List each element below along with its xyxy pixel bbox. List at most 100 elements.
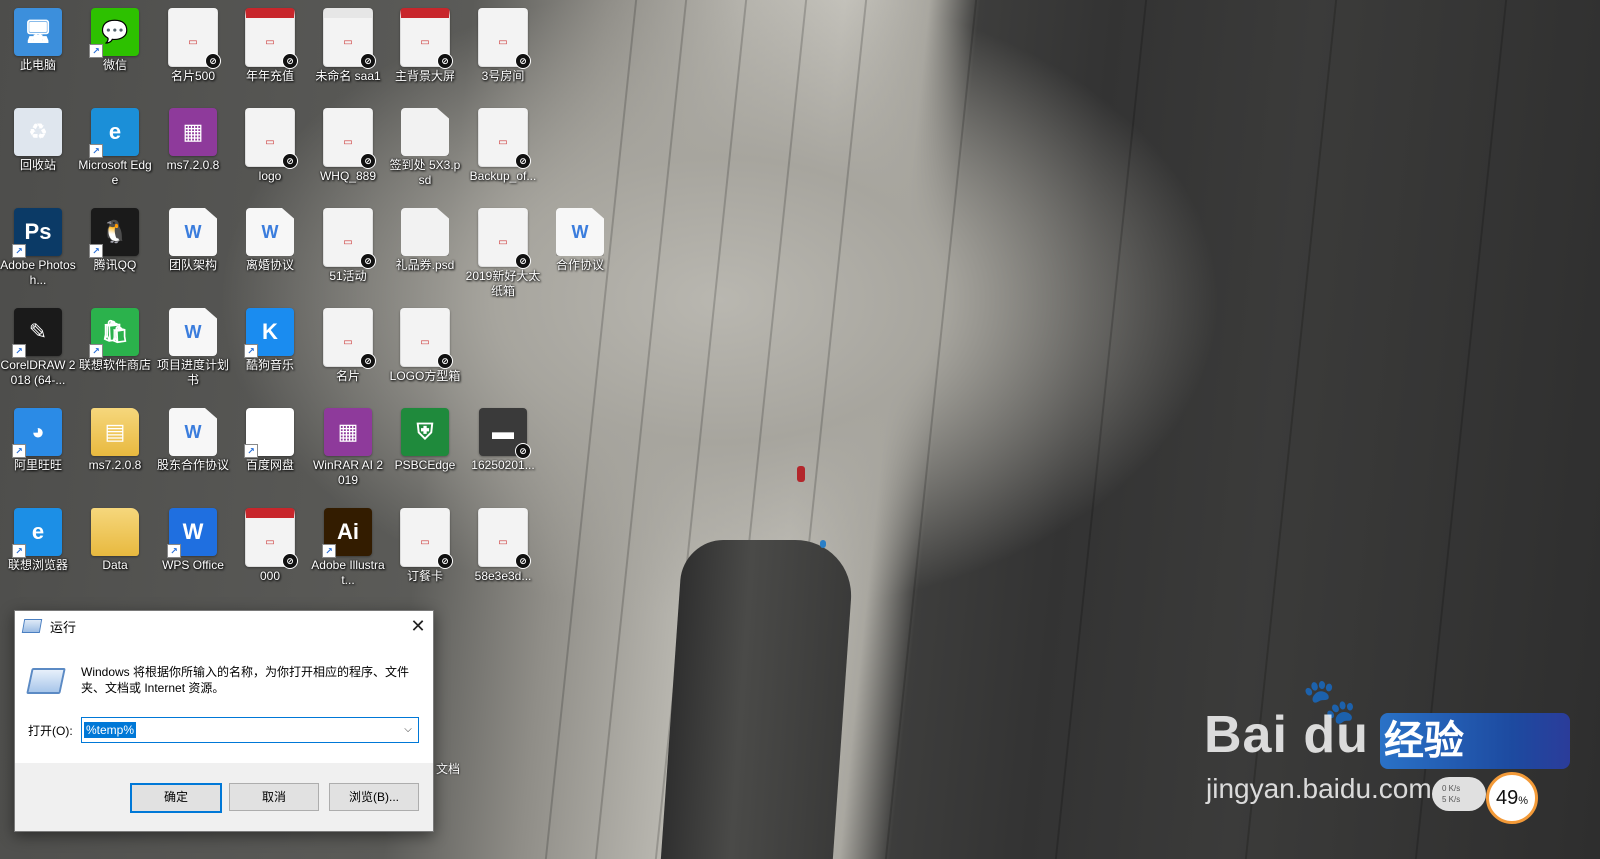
desktop-icon[interactable]: ▭ ⊘ 名片500 — [155, 4, 231, 84]
desktop-icon[interactable]: 礼品券.psd — [387, 204, 463, 273]
desktop-icon[interactable]: ▭ ⊘ WHQ_889 — [310, 104, 386, 184]
desktop-icon[interactable]: W 团队架构 — [155, 204, 231, 273]
desktop-icon-label: CorelDRAW 2018 (64-... — [0, 358, 76, 387]
desktop-icon[interactable]: ▭ ⊘ LOGO方型箱 — [387, 304, 463, 384]
kugou-icon: K ↗ — [244, 308, 294, 358]
desktop-icon[interactable]: ▭ ⊘ logo — [232, 104, 308, 184]
desktop-icon-label: Data — [102, 558, 128, 572]
desktop-icon-label: 订餐卡 — [406, 569, 443, 583]
shortcut-arrow-icon: ↗ — [244, 344, 258, 358]
desktop-icon[interactable]: 🖥 此电脑 — [0, 4, 76, 73]
sync-badge-icon: ⊘ — [437, 353, 453, 369]
dark-thumbnail-icon: ▬ ⊘ — [479, 408, 531, 459]
open-command-input[interactable]: %temp% ⌵ — [81, 717, 419, 743]
desktop-icon[interactable]: ▭ ⊘ 000 — [232, 504, 308, 584]
desktop-icon-label: 酷狗音乐 — [245, 358, 294, 372]
shortcut-arrow-icon: ↗ — [167, 544, 181, 558]
desktop-icon[interactable]: ✎ ↗ CorelDRAW 2018 (64-... — [0, 304, 76, 388]
desktop-icon[interactable]: ▤ ms7.2.0.8 — [77, 404, 153, 473]
desktop-icon[interactable]: ▭ ⊘ Backup_of... — [465, 104, 541, 184]
desktop-icon[interactable]: Data — [77, 504, 153, 573]
desktop-icon[interactable]: ▭ ⊘ 名片 — [310, 304, 386, 384]
desktop-icon-label: LOGO方型箱 — [389, 369, 461, 383]
desktop-icon-label: WPS Office — [162, 558, 224, 572]
desktop-icon-label: 合作协议 — [555, 258, 604, 272]
desktop-icon[interactable]: e ↗ 联想浏览器 — [0, 504, 76, 573]
desktop-icon[interactable]: ▭ ⊘ 未命名 saa1 — [310, 4, 386, 84]
desktop-icon[interactable]: W 合作协议 — [542, 204, 618, 273]
image-thumbnail-icon: ▭ ⊘ — [323, 308, 376, 369]
desktop-icon[interactable]: ▭ ⊘ 2019新好大太纸箱 — [465, 204, 541, 299]
desktop-icon-label: Microsoft Edge — [78, 158, 152, 187]
dialog-title: 运行 — [50, 619, 77, 635]
browse-button[interactable]: 浏览(B)... — [329, 783, 419, 811]
desktop-icon[interactable]: ▭ ⊘ 58e3e3d... — [465, 504, 541, 584]
run-icon — [21, 619, 43, 633]
folder-icon — [91, 508, 139, 556]
desktop-icon-label: 项目进度计划书 — [156, 358, 229, 387]
illustrator-icon: Ai ↗ — [322, 508, 372, 558]
desktop-icon-label: 礼品券.psd — [395, 258, 455, 272]
desktop-icon-label: WHQ_889 — [319, 169, 377, 183]
desktop-icon[interactable]: ♻ 回收站 — [0, 104, 76, 173]
input-value[interactable]: %temp% — [84, 722, 137, 738]
qq-penguin-icon: 🐧 ↗ — [89, 208, 139, 258]
baidu-netdisk-icon: ☁ ↗ — [244, 408, 294, 458]
cancel-button[interactable]: 取消 — [229, 783, 319, 811]
word-document-icon: W — [169, 408, 217, 456]
desktop-icon-label: PSBCEdge — [394, 458, 456, 472]
shortcut-arrow-icon: ↗ — [89, 344, 103, 358]
desktop-icon[interactable]: ◕ ↗ 阿里旺旺 — [0, 404, 76, 473]
desktop-icon[interactable]: 🛍 ↗ 联想软件商店 — [77, 304, 153, 373]
image-thumbnail-icon: ▭ ⊘ — [478, 508, 531, 569]
partial-desktop-label[interactable]: 文档 — [436, 760, 460, 777]
desktop-icon[interactable]: 💬 ↗ 微信 — [77, 4, 153, 73]
desktop-icon-label: 签到处 5X3.psd — [389, 158, 461, 187]
sync-badge-icon: ⊘ — [437, 553, 453, 569]
run-program-icon — [26, 668, 66, 694]
desktop-icon[interactable]: ▬ ⊘ 16250201... — [465, 404, 541, 473]
watermark-brand: Bai du — [1204, 706, 1369, 764]
desktop-icon-label: Adobe Photosh... — [0, 258, 76, 287]
desktop-icon[interactable]: e ↗ Microsoft Edge — [77, 104, 153, 188]
desktop-icon[interactable]: W 项目进度计划书 — [155, 304, 231, 388]
desktop-icon[interactable]: ⛨ PSBCEdge — [387, 404, 463, 473]
shortcut-arrow-icon: ↗ — [89, 44, 103, 58]
desktop-icon[interactable]: K ↗ 酷狗音乐 — [232, 304, 308, 373]
desktop-icon[interactable]: W ↗ WPS Office — [155, 504, 231, 573]
sync-badge-icon: ⊘ — [515, 53, 531, 69]
close-button[interactable]: ✕ — [403, 611, 433, 641]
dialog-description: Windows 将根据你所输入的名称，为你打开相应的程序、文件夹、文档或 Int… — [81, 665, 410, 695]
desktop-icon[interactable]: ▭ ⊘ 主背景大屏 — [387, 4, 463, 84]
desktop-icon[interactable]: W 股东合作协议 — [155, 404, 231, 473]
chevron-down-icon[interactable]: ⌵ — [398, 718, 418, 742]
desktop-icon[interactable]: Ai ↗ Adobe Illustrat... — [310, 504, 386, 588]
desktop-icon[interactable]: ▭ ⊘ 年年充值 — [232, 4, 308, 84]
sync-badge-icon: ⊘ — [360, 353, 376, 369]
ok-button[interactable]: 确定 — [130, 783, 222, 813]
desktop-icon[interactable]: 🐧 ↗ 腾讯QQ — [77, 204, 153, 273]
memory-usage-ball[interactable]: 49% — [1486, 772, 1538, 824]
desktop-icon[interactable]: ▭ ⊘ 订餐卡 — [387, 504, 463, 584]
desktop-icon[interactable]: ☁ ↗ 百度网盘 — [232, 404, 308, 473]
dialog-title-bar[interactable]: 运行 ✕ — [15, 611, 433, 641]
desktop-icon[interactable]: ▦ WinRAR AI 2019 — [310, 404, 386, 488]
desktop-icon[interactable]: 签到处 5X3.psd — [387, 104, 463, 188]
desktop-icon[interactable]: Ps ↗ Adobe Photosh... — [0, 204, 76, 288]
aliwangwang-icon: ◕ ↗ — [12, 408, 62, 458]
network-speed-widget[interactable]: 0 K/s 5 K/s — [1432, 777, 1486, 811]
computer-icon: 🖥 — [14, 8, 62, 56]
desktop-icon-label: ms7.2.0.8 — [166, 158, 220, 172]
desktop-icon[interactable]: ▦ ms7.2.0.8 — [155, 104, 231, 173]
lenovo-browser-icon: e ↗ — [12, 508, 62, 558]
sync-badge-icon: ⊘ — [282, 153, 298, 169]
upload-speed: 0 K/s — [1442, 784, 1461, 793]
word-document-icon: W — [169, 208, 217, 256]
shortcut-arrow-icon: ↗ — [12, 344, 26, 358]
image-thumbnail-icon: ▭ ⊘ — [478, 8, 531, 69]
desktop-icon[interactable]: W 离婚协议 — [232, 204, 308, 273]
shortcut-arrow-icon: ↗ — [12, 444, 26, 458]
desktop-icon[interactable]: ▭ ⊘ 3号房间 — [465, 4, 541, 84]
desktop-icon[interactable]: ▭ ⊘ 51活动 — [310, 204, 386, 284]
desktop-icon-label: 腾讯QQ — [93, 258, 137, 272]
